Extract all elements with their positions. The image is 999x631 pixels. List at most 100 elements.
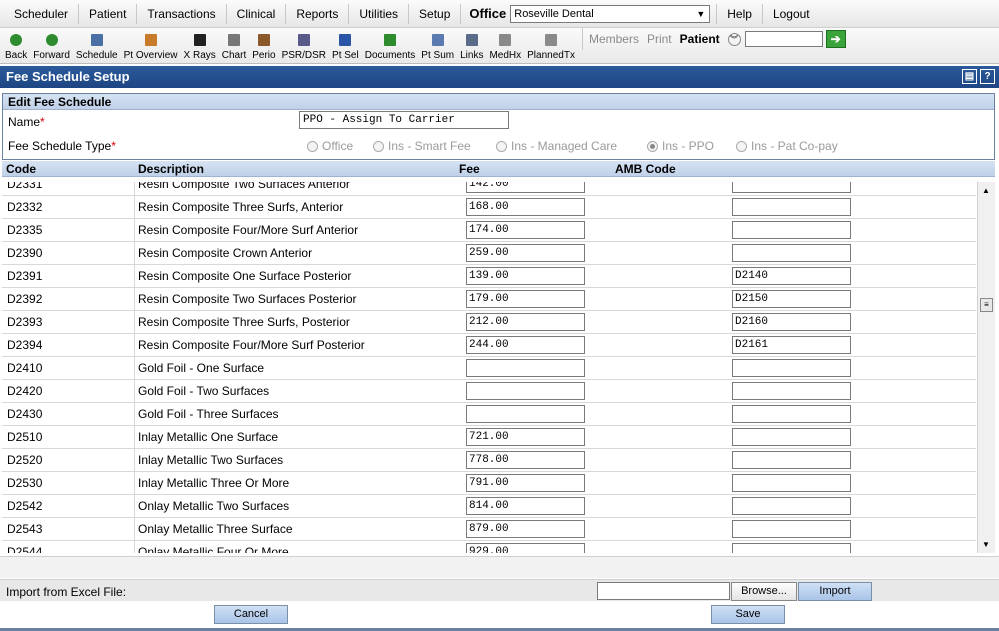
amb-code-input[interactable]: D2150 <box>732 290 851 308</box>
menu-transactions[interactable]: Transactions <box>137 3 227 24</box>
radio-label: Ins - PPO <box>662 139 715 153</box>
radio-ins-ppo[interactable]: Ins - PPO <box>647 139 714 153</box>
amb-code-input[interactable] <box>732 221 851 239</box>
file-path-input[interactable] <box>597 582 730 600</box>
go-arrow-icon[interactable]: ➔ <box>825 30 846 48</box>
toolbar-button-plannedtx[interactable]: PlannedTx <box>524 28 578 61</box>
amb-code-input[interactable] <box>732 497 851 515</box>
print-button[interactable]: Print <box>647 32 672 46</box>
scroll-down-icon[interactable]: ▼ <box>982 540 990 549</box>
menu-clinical[interactable]: Clinical <box>227 3 287 24</box>
column-divider <box>134 182 135 196</box>
fee-input[interactable]: 929.00 <box>466 543 585 553</box>
fee-input[interactable]: 778.00 <box>466 451 585 469</box>
fee-input[interactable]: 244.00 <box>466 336 585 354</box>
toolbar-button-psr-dsr[interactable]: PSR/DSR <box>279 28 329 61</box>
description-cell: Gold Foil - One Surface <box>138 361 265 375</box>
menu-logout[interactable]: Logout <box>763 4 820 24</box>
help-icon[interactable]: ? <box>980 69 995 84</box>
fee-input[interactable]: 791.00 <box>466 474 585 492</box>
amb-code-input[interactable] <box>732 244 851 262</box>
fee-input[interactable]: 142.00 <box>466 182 585 193</box>
column-amb-code[interactable]: AMB Code <box>615 161 676 177</box>
amb-code-input[interactable] <box>732 543 851 553</box>
amb-code-input[interactable] <box>732 182 851 193</box>
save-button[interactable]: Save <box>711 605 785 624</box>
toolbar-button-label: X Rays <box>183 50 216 61</box>
amb-code-input[interactable]: D2140 <box>732 267 851 285</box>
column-fee[interactable]: Fee <box>459 161 480 177</box>
fee-input[interactable] <box>466 405 585 423</box>
description-cell: Resin Composite Two Surfaces Posterior <box>138 292 357 306</box>
toolbar-button-x-rays[interactable]: X Rays <box>181 28 219 61</box>
import-bar: Import from Excel File: Browse... Import <box>0 579 999 601</box>
amb-code-input[interactable] <box>732 428 851 446</box>
chevron-down-icon[interactable]: ︾ <box>727 32 741 46</box>
column-code[interactable]: Code <box>6 161 36 177</box>
menu-patient[interactable]: Patient <box>79 3 138 24</box>
fee-input[interactable] <box>466 359 585 377</box>
menu-utilities[interactable]: Utilities <box>349 3 410 24</box>
toolbar-button-pt-sel[interactable]: Pt Sel <box>329 28 362 61</box>
toolbar-button-schedule[interactable]: Schedule <box>73 28 121 61</box>
patient-search-input[interactable] <box>744 31 823 47</box>
amb-code-input[interactable] <box>732 382 851 400</box>
scroll-up-icon[interactable]: ▲ <box>982 186 990 195</box>
radio-office[interactable]: Office <box>307 139 353 153</box>
menu-bar: Scheduler Patient Transactions Clinical … <box>0 0 999 28</box>
import-button[interactable]: Import <box>798 582 872 601</box>
menu-scheduler[interactable]: Scheduler <box>4 3 80 24</box>
radio-circle-icon <box>307 140 318 152</box>
fee-input[interactable]: 879.00 <box>466 520 585 538</box>
toolbar-button-documents[interactable]: Documents <box>362 28 419 61</box>
description-cell: Resin Composite One Surface Posterior <box>138 269 352 283</box>
grid-scrollbar[interactable]: ▲ ≡ ▼ <box>977 182 995 553</box>
amb-code-input[interactable]: D2160 <box>732 313 851 331</box>
xray-icon <box>192 32 208 48</box>
fee-input[interactable]: 168.00 <box>466 198 585 216</box>
toolbar-button-pt-sum[interactable]: Pt Sum <box>418 28 457 61</box>
fee-input[interactable]: 721.00 <box>466 428 585 446</box>
office-select[interactable]: Roseville Dental ▼ <box>510 4 711 23</box>
fee-input[interactable]: 814.00 <box>466 497 585 515</box>
toolbar-button-forward[interactable]: Forward <box>30 28 73 61</box>
fee-input[interactable]: 139.00 <box>466 267 585 285</box>
column-description[interactable]: Description <box>138 161 204 177</box>
amb-code-input[interactable] <box>732 520 851 538</box>
fee-input[interactable]: 179.00 <box>466 290 585 308</box>
toolbar-button-back[interactable]: Back <box>2 28 30 61</box>
toolbar-button-chart[interactable]: Chart <box>219 28 249 61</box>
code-cell: D2430 <box>7 407 43 421</box>
radio-ins-pat-copay[interactable]: Ins - Pat Co-pay <box>736 139 838 153</box>
toolbar-button-pt-overview[interactable]: Pt Overview <box>121 28 181 61</box>
description-cell: Onlay Metallic Three Surface <box>138 522 293 536</box>
name-input[interactable]: PPO - Assign To Carrier <box>299 111 509 129</box>
amb-code-input[interactable] <box>732 405 851 423</box>
menu-help[interactable]: Help <box>716 3 763 24</box>
print-icon[interactable]: ▤ <box>962 69 977 84</box>
medhx-icon <box>497 32 513 48</box>
amb-code-input[interactable] <box>732 474 851 492</box>
fee-input[interactable] <box>466 382 585 400</box>
fee-input[interactable]: 212.00 <box>466 313 585 331</box>
table-row: D2331 Resin Composite Two Surfaces Anteri… <box>2 182 976 196</box>
amb-code-input[interactable]: D2161 <box>732 336 851 354</box>
radio-ins-managed-care[interactable]: Ins - Managed Care <box>496 139 617 153</box>
toolbar-button-medhx[interactable]: MedHx <box>486 28 524 61</box>
menu-setup[interactable]: Setup <box>409 3 462 24</box>
scroll-thumb[interactable]: ≡ <box>980 298 993 312</box>
amb-code-input[interactable] <box>732 359 851 377</box>
back-icon <box>8 32 24 48</box>
members-button[interactable]: Members <box>589 32 639 46</box>
radio-ins-smart-fee[interactable]: Ins - Smart Fee <box>373 139 471 153</box>
menu-reports[interactable]: Reports <box>286 3 350 24</box>
code-cell: D2543 <box>7 522 43 536</box>
amb-code-input[interactable] <box>732 451 851 469</box>
toolbar-button-perio[interactable]: Perio <box>249 28 278 61</box>
fee-input[interactable]: 259.00 <box>466 244 585 262</box>
amb-code-input[interactable] <box>732 198 851 216</box>
toolbar-button-links[interactable]: Links <box>457 28 486 61</box>
cancel-button[interactable]: Cancel <box>214 605 288 624</box>
browse-button[interactable]: Browse... <box>731 582 797 601</box>
fee-input[interactable]: 174.00 <box>466 221 585 239</box>
